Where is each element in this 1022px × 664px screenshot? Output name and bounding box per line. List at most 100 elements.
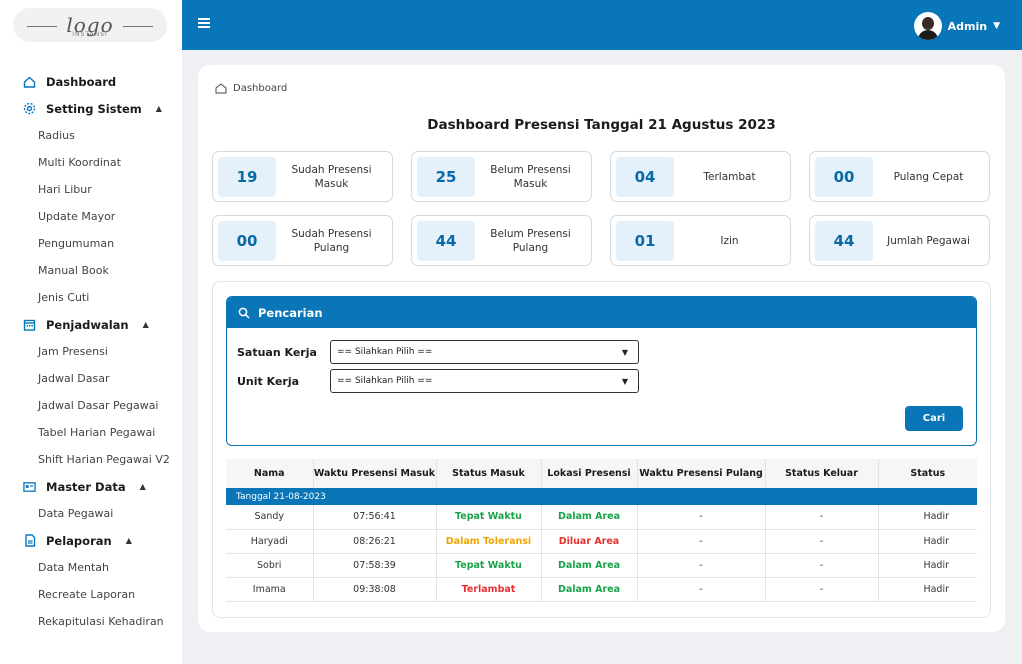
sidebar-group-label: Dashboard — [46, 74, 117, 89]
stat-card-pulang-cepat: 00 Pulang Cepat — [809, 151, 990, 202]
sidebar-item-rekapitulasi-kehadiran[interactable]: Rekapitulasi Kehadiran — [0, 608, 182, 635]
cell-nama: Imama — [226, 577, 314, 602]
sidebar-item-hari-libur[interactable]: Hari Libur — [0, 176, 182, 203]
sidebar-item-jadwal-dasar[interactable]: Jadwal Dasar — [0, 365, 182, 392]
stat-label: Belum Presensi Masuk — [490, 163, 571, 190]
column-header-lokasi-presensi[interactable]: Lokasi Presensi — [541, 459, 638, 488]
sidebar-item-shift-harian-pegawai-v2[interactable]: Shift Harian Pegawai V2 — [0, 446, 182, 473]
sidebar-item-data-mentah[interactable]: Data Mentah — [0, 554, 182, 581]
column-header-status-masuk[interactable]: Status Masuk — [436, 459, 542, 488]
sidebar-group-label: Pelaporan — [46, 533, 112, 548]
sidebar-item-data-pegawai[interactable]: Data Pegawai — [0, 500, 182, 527]
main-card: Dashboard Dashboard Presensi Tanggal 21 … — [198, 65, 1005, 632]
cell-waktu-masuk: 09:38:08 — [313, 577, 437, 602]
cell-status: Hadir — [878, 505, 977, 530]
stat-value: 00 — [815, 156, 873, 197]
stat-card-sudah-presensi-masuk: 19 Sudah Presensi Masuk — [212, 151, 393, 202]
sidebar-group-penjadwalan[interactable]: Penjadwalan ▲ — [0, 311, 182, 338]
caret-up-icon: ▲ — [125, 536, 132, 545]
cell-status-masuk: Tepat Waktu — [436, 505, 542, 530]
sidebar-group-label: Penjadwalan — [46, 317, 129, 332]
sidebar-item-jam-presensi[interactable]: Jam Presensi — [0, 338, 182, 365]
cell-waktu-pulang: - — [637, 529, 766, 554]
cell-waktu-masuk: 08:26:21 — [313, 529, 437, 554]
breadcrumb-label[interactable]: Dashboard — [233, 83, 287, 94]
sidebar-group-pelaporan[interactable]: Pelaporan ▲ — [0, 527, 182, 554]
cell-status: Hadir — [878, 553, 977, 578]
user-menu[interactable]: Admin ▼ — [913, 12, 1000, 40]
stat-card-terlambat: 04 Terlambat — [610, 151, 791, 202]
sidebar-group-label: Setting Sistem — [46, 101, 142, 116]
table-header-row: Nama Waktu Presensi Masuk Status Masuk Loka… — [226, 459, 977, 488]
cell-waktu-pulang: - — [637, 577, 766, 602]
table-row[interactable]: Imama 09:38:08 Terlambat Dalam Area - - Hadir — [226, 577, 977, 602]
sidebar-group-master-data[interactable]: Master Data ▲ — [0, 473, 182, 500]
cell-waktu-masuk: 07:58:39 — [313, 553, 437, 578]
sidebar-item-pengumuman[interactable]: Pengumuman — [0, 230, 182, 257]
sidebar-group-dashboard[interactable]: Dashboard — [0, 68, 182, 95]
breadcrumb: Dashboard — [215, 83, 287, 94]
sidebar-item-multi-koordinat[interactable]: Multi Koordinat — [0, 149, 182, 176]
unit-kerja-label: Unit Kerja — [237, 374, 300, 388]
stat-card-belum-presensi-masuk: 25 Belum Presensi Masuk — [411, 151, 592, 202]
sidebar-nav: Dashboard Setting Sistem ▲ Radius Multi Koor… — [0, 50, 182, 635]
attendance-table: Nama Waktu Presensi Masuk Status Masuk Loka… — [226, 459, 977, 602]
search-button[interactable]: Cari — [905, 406, 963, 431]
satuan-kerja-label: Satuan Kerja — [237, 345, 317, 359]
cell-status-masuk: Tepat Waktu — [436, 553, 542, 578]
sidebar-item-radius[interactable]: Radius — [0, 122, 182, 149]
column-header-status-keluar[interactable]: Status Keluar — [765, 459, 879, 488]
home-icon — [23, 75, 36, 88]
table-row[interactable]: Haryadi 08:26:21 Dalam Toleransi Diluar Are… — [226, 529, 977, 554]
cell-nama: Sandy — [226, 505, 314, 530]
table-body: Tanggal 21-08-2023 Sandy 07:56:41 Tepat Wak… — [226, 488, 977, 602]
stat-value: 44 — [815, 220, 873, 261]
content-panel: Pencarian Satuan Kerja == Silahkan Pilih… — [212, 281, 991, 618]
sidebar-item-recreate-laporan[interactable]: Recreate Laporan — [0, 581, 182, 608]
cell-status-keluar: - — [765, 529, 879, 554]
gear-icon — [23, 102, 36, 115]
stat-label: Sudah Presensi Masuk — [291, 163, 372, 190]
logo[interactable]: logo INSTANSI — [13, 8, 167, 42]
avatar — [913, 12, 942, 40]
satuan-kerja-select[interactable]: == Silahkan Pilih == ▼ — [330, 340, 639, 364]
search-panel-header: Pencarian — [227, 297, 976, 328]
sidebar-group-label: Master Data — [46, 479, 126, 494]
column-header-waktu-presensi-masuk[interactable]: Waktu Presensi Masuk — [313, 459, 437, 488]
topbar: Admin ▼ — [182, 0, 1022, 50]
sidebar-item-jadwal-dasar-pegawai[interactable]: Jadwal Dasar Pegawai — [0, 392, 182, 419]
unit-kerja-select[interactable]: == Silahkan Pilih == ▼ — [330, 369, 639, 393]
sidebar-item-jenis-cuti[interactable]: Jenis Cuti — [0, 284, 182, 311]
stat-card-sudah-presensi-pulang: 00 Sudah Presensi Pulang — [212, 215, 393, 266]
search-panel-title: Pencarian — [258, 305, 323, 320]
date-group-label: Tanggal 21-08-2023 — [226, 488, 977, 505]
stat-label: Jumlah Pegawai — [887, 234, 970, 247]
caret-up-icon: ▲ — [155, 104, 162, 113]
stat-card-izin: 01 Izin — [610, 215, 791, 266]
column-header-waktu-presensi-pulang[interactable]: Waktu Presensi Pulang — [637, 459, 766, 488]
column-header-status[interactable]: Status — [878, 459, 977, 488]
page-title: Dashboard Presensi Tanggal 21 Agustus 20… — [427, 117, 776, 133]
menu-toggle-icon[interactable] — [198, 18, 210, 30]
unit-kerja-value: == Silahkan Pilih == — [337, 376, 433, 386]
table-row[interactable]: Sandy 07:56:41 Tepat Waktu Dalam Area - - Hadi… — [226, 505, 977, 530]
sidebar-group-setting-sistem[interactable]: Setting Sistem ▲ — [0, 95, 182, 122]
stat-card-jumlah-pegawai: 44 Jumlah Pegawai — [809, 215, 990, 266]
sidebar-item-tabel-harian-pegawai[interactable]: Tabel Harian Pegawai — [0, 419, 182, 446]
stat-value: 00 — [218, 220, 276, 261]
stat-value: 25 — [417, 156, 475, 197]
stat-label: Belum Presensi Pulang — [490, 227, 571, 254]
cell-status-keluar: - — [765, 505, 879, 530]
caret-up-icon: ▲ — [142, 320, 149, 329]
cell-lokasi: Diluar Area — [541, 529, 638, 554]
stat-label: Pulang Cepat — [893, 170, 964, 183]
stat-label: Izin — [720, 234, 739, 247]
search-panel: Pencarian Satuan Kerja == Silahkan Pilih… — [226, 296, 977, 446]
caret-up-icon: ▲ — [139, 482, 146, 491]
sidebar-item-manual-book[interactable]: Manual Book — [0, 257, 182, 284]
cell-waktu-pulang: - — [637, 505, 766, 530]
search-icon — [238, 307, 250, 319]
column-header-nama[interactable]: Nama — [226, 459, 314, 488]
sidebar-item-update-mayor[interactable]: Update Mayor — [0, 203, 182, 230]
table-row[interactable]: Sobri 07:58:39 Tepat Waktu Dalam Area - - Hadi… — [226, 553, 977, 578]
